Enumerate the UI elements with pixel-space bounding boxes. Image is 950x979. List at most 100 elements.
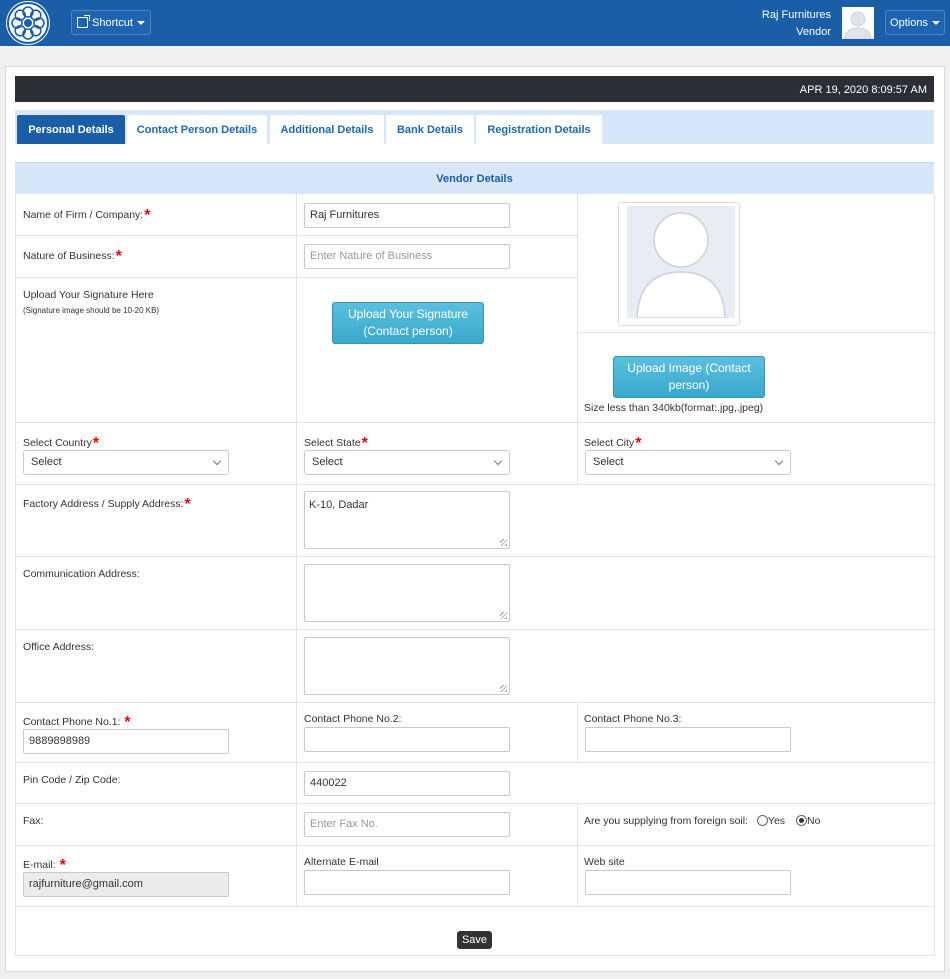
grid-divider [15, 762, 934, 763]
grid-divider [577, 194, 578, 484]
signature-size-note: (Signature image should be 10-20 KB) [23, 306, 160, 315]
grid-divider [934, 194, 935, 956]
grid-divider [15, 702, 934, 703]
phone2-label: Contact Phone No.2: [304, 713, 402, 725]
foreign-yes-label: Yes [767, 815, 786, 827]
grid-divider [15, 906, 934, 907]
section-title: Vendor Details [15, 162, 934, 194]
grid-divider [15, 484, 934, 485]
foreign-no-label: No [806, 815, 821, 827]
current-datetime: APR 19, 2020 8:09:57 AM [799, 84, 927, 96]
upload-image-label-line2: person) [668, 378, 710, 392]
tab-personal-details[interactable]: Personal Details [17, 115, 125, 144]
top-navbar: Shortcut Raj Furnitures Vendor Options [0, 0, 950, 46]
office-address-textarea[interactable] [304, 637, 510, 695]
signature-label: Upload Your Signature Here [23, 289, 154, 301]
tab-bank-details[interactable]: Bank Details [386, 115, 474, 144]
caret-down-icon [136, 20, 145, 25]
factory-address-textarea[interactable]: K-10, Dadar [304, 491, 510, 549]
upload-signature-button[interactable]: Upload Your Signature (Contact person) [332, 302, 484, 344]
website-label: Web site [584, 856, 625, 868]
grid-divider [15, 422, 934, 423]
upload-signature-label-line1: Upload Your Signature [347, 307, 469, 321]
user-avatar[interactable] [842, 7, 874, 39]
firm-name-input[interactable]: Raj Furnitures [304, 203, 510, 228]
alternate-email-input[interactable] [304, 870, 510, 895]
caret-down-icon [931, 20, 940, 25]
state-select[interactable]: Select [304, 450, 510, 475]
state-selected-value: Select [312, 456, 343, 468]
nature-of-business-label: Nature of Business:* [23, 248, 122, 265]
factory-address-value: K-10, Dadar [309, 499, 369, 511]
communication-address-textarea[interactable] [304, 564, 510, 622]
user-name: Raj Furnitures [761, 9, 831, 21]
upload-image-button[interactable]: Upload Image (Contact person) [613, 356, 765, 398]
tab-contact-person-details[interactable]: Contact Person Details [127, 115, 267, 144]
user-role: Vendor [796, 26, 831, 38]
shortcut-dropdown-button[interactable]: Shortcut [71, 10, 151, 35]
alternate-email-label: Alternate E-mail [304, 856, 379, 868]
grid-divider [15, 556, 934, 557]
contact-photo-placeholder [627, 206, 735, 318]
save-button[interactable]: Save [457, 931, 492, 949]
fax-input[interactable]: Enter Fax No. [304, 812, 510, 837]
grid-divider [15, 194, 16, 956]
grid-divider [15, 803, 934, 804]
date-time-bar: APR 19, 2020 8:09:57 AM [15, 76, 934, 102]
grid-divider [296, 194, 297, 906]
phone3-input[interactable] [585, 727, 791, 752]
city-select[interactable]: Select [585, 450, 791, 475]
city-label: Select City* [584, 435, 642, 452]
resize-handle-icon[interactable] [500, 685, 507, 692]
phone3-label: Contact Phone No.3: [584, 713, 682, 725]
office-address-label: Office Address: [23, 641, 95, 653]
country-select[interactable]: Select [23, 450, 229, 475]
upload-image-label-line1: Upload Image (Contact [627, 361, 751, 375]
logo-mandala-icon [7, 2, 49, 44]
foreign-yes-radio[interactable] [756, 815, 768, 826]
grid-divider [15, 235, 577, 236]
tab-registration-details[interactable]: Registration Details [476, 115, 602, 144]
upload-signature-label-line2: (Contact person) [363, 324, 453, 338]
grid-divider [577, 332, 934, 333]
website-input[interactable] [585, 870, 791, 895]
nature-of-business-input[interactable]: Enter Nature of Business [304, 244, 510, 269]
foreign-supply-question: Are you supplying from foreign soil: Yes… [584, 815, 820, 827]
factory-address-label: Factory Address / Supply Address:* [23, 496, 191, 513]
resize-handle-icon[interactable] [500, 539, 507, 546]
foreign-supply-label: Are you supplying from foreign soil: [584, 815, 748, 827]
resize-handle-icon[interactable] [500, 612, 507, 619]
foreign-no-radio[interactable] [795, 815, 807, 826]
fax-label: Fax: [23, 815, 44, 827]
phone1-label: Contact Phone No.1: * [23, 714, 131, 731]
user-silhouette-icon [627, 206, 735, 318]
grid-divider [577, 702, 578, 763]
country-selected-value: Select [31, 456, 62, 468]
state-label: Select State* [304, 435, 368, 452]
image-size-note: Size less than 340kb(format:.jpg,.jpeg) [584, 402, 764, 414]
options-dropdown-button[interactable]: Options [885, 10, 945, 35]
phone2-input[interactable] [304, 727, 510, 752]
options-label: Options [890, 16, 928, 29]
pin-code-input[interactable]: 440022 [304, 771, 510, 796]
grid-divider [15, 845, 934, 846]
city-selected-value: Select [593, 456, 624, 468]
email-input[interactable]: rajfurniture@gmail.com [23, 872, 229, 897]
shortcut-label: Shortcut [92, 16, 133, 29]
company-logo[interactable] [6, 1, 50, 45]
grid-divider [15, 955, 934, 956]
firm-name-label: Name of Firm / Company:* [23, 207, 151, 224]
pin-code-label: Pin Code / Zip Code: [23, 774, 121, 786]
communication-address-label: Communication Address: [23, 568, 140, 580]
grid-divider [15, 629, 934, 630]
grid-divider [15, 277, 577, 278]
email-label: E-mail: * [23, 857, 66, 874]
chevron-down-icon [774, 456, 784, 466]
chevron-down-icon [493, 456, 503, 466]
tab-additional-details[interactable]: Additional Details [270, 115, 384, 144]
tab-strip: Personal Details Contact Person Details … [15, 110, 934, 144]
grid-divider [577, 803, 578, 906]
external-link-icon [77, 15, 91, 28]
phone1-input[interactable]: 9889898989 [23, 729, 229, 754]
country-label: Select Country* [23, 435, 100, 452]
